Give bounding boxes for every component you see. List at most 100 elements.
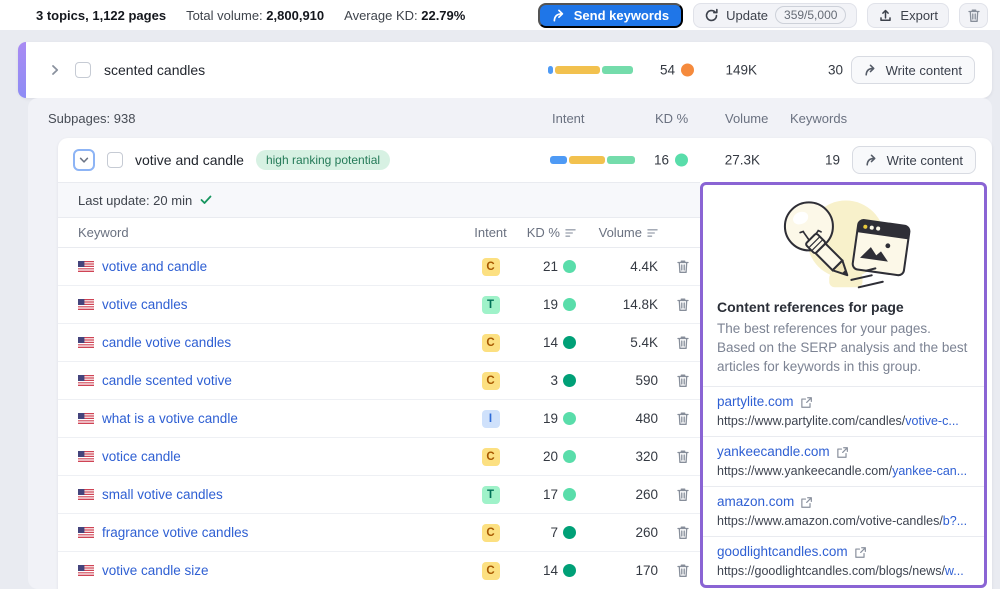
kd-value: 3 xyxy=(550,373,558,388)
topic-title: scented candles xyxy=(104,62,205,78)
ranking-potential-badge: high ranking potential xyxy=(256,150,390,170)
send-arrow-icon xyxy=(864,63,878,77)
collapse-subpage-toggle[interactable] xyxy=(73,149,95,171)
reference-domain-link[interactable]: partylite.com xyxy=(717,393,813,411)
summary-stats: 3 topics, 1,122 pages Total volume: 2,80… xyxy=(36,8,465,23)
topic-accent-bar xyxy=(18,42,26,98)
kd-dot xyxy=(563,336,576,349)
kd-value: 14 xyxy=(543,563,558,578)
volume-value: 5.4K xyxy=(576,335,658,350)
reference-domain-link[interactable]: amazon.com xyxy=(717,493,813,511)
delete-keyword-icon[interactable] xyxy=(676,487,690,502)
subpage-card: votive and candle high ranking potential… xyxy=(58,138,992,589)
send-keywords-button[interactable]: Send keywords xyxy=(538,3,683,28)
external-link-icon xyxy=(800,496,813,509)
subpage-kd-dot xyxy=(675,154,688,167)
subpages-count-label: Subpages: 938 xyxy=(48,98,135,138)
col-intent: Intent xyxy=(463,225,518,240)
topic-write-content-button[interactable]: Write content xyxy=(851,56,975,84)
keyword-row: candle votive candles C 14 5.4K xyxy=(58,324,700,362)
volume-value: 260 xyxy=(576,487,658,502)
panel-description: The best references for your pages. Base… xyxy=(717,319,970,376)
external-link-icon xyxy=(854,546,867,559)
reference-item: goodlightcandles.com https://goodlightca… xyxy=(703,536,984,586)
subpages-col-intent: Intent xyxy=(552,98,585,138)
delete-keyword-icon[interactable] xyxy=(676,525,690,540)
intent-badge: T xyxy=(482,296,500,314)
last-update-bar: Last update: 20 min xyxy=(58,182,700,218)
sort-icon[interactable] xyxy=(565,228,576,238)
subpage-kd-value: 16 xyxy=(654,153,669,168)
keyword-link[interactable]: what is a votive candle xyxy=(102,411,238,426)
keyword-row: votive candle size C 14 170 xyxy=(58,552,700,589)
keyword-link[interactable]: fragrance votive candles xyxy=(102,525,248,540)
volume-value: 170 xyxy=(576,563,658,578)
intent-badge: C xyxy=(482,258,500,276)
send-arrow-icon xyxy=(552,8,567,23)
expand-topic-icon[interactable] xyxy=(48,63,62,77)
reference-domain-link[interactable]: goodlightcandles.com xyxy=(717,543,867,561)
col-volume[interactable]: Volume xyxy=(576,225,658,240)
delete-keyword-icon[interactable] xyxy=(676,297,690,312)
keyword-link[interactable]: candle scented votive xyxy=(102,373,232,388)
external-link-icon xyxy=(800,396,813,409)
reference-domain-link[interactable]: yankeecandle.com xyxy=(717,443,849,461)
delete-keyword-icon[interactable] xyxy=(676,259,690,274)
col-kd[interactable]: KD % xyxy=(518,225,576,240)
intent-badge: T xyxy=(482,486,500,504)
delete-keyword-icon[interactable] xyxy=(676,563,690,578)
update-button[interactable]: Update 359/5,000 xyxy=(693,3,857,28)
trash-icon xyxy=(967,8,981,23)
keyword-link[interactable]: votive candle size xyxy=(102,563,209,578)
intent-badge: C xyxy=(482,562,500,580)
kd-value: 19 xyxy=(543,297,558,312)
keyword-link[interactable]: votive and candle xyxy=(102,259,207,274)
keyword-link[interactable]: votice candle xyxy=(102,449,181,464)
keyword-row: small votive candles T 17 260 xyxy=(58,476,700,514)
send-arrow-icon xyxy=(865,153,879,167)
keyword-link[interactable]: small votive candles xyxy=(102,487,223,502)
keyword-row: what is a votive candle I 19 480 xyxy=(58,400,700,438)
volume-value: 4.4K xyxy=(576,259,658,274)
topic-card: scented candles 54 149K 30 Write content xyxy=(18,42,992,98)
subpages-col-kd: KD % xyxy=(655,98,688,138)
topic-checkbox[interactable] xyxy=(75,62,91,78)
us-flag-icon xyxy=(78,375,94,386)
intent-badge: C xyxy=(482,448,500,466)
us-flag-icon xyxy=(78,527,94,538)
kd-dot xyxy=(563,374,576,387)
keyword-link[interactable]: votive candles xyxy=(102,297,188,312)
refresh-icon xyxy=(704,8,719,23)
subpage-write-content-button[interactable]: Write content xyxy=(852,146,976,174)
us-flag-icon xyxy=(78,261,94,272)
sort-icon[interactable] xyxy=(647,228,658,238)
update-quota-badge: 359/5,000 xyxy=(775,6,846,24)
kd-value: 17 xyxy=(543,487,558,502)
export-button[interactable]: Export xyxy=(867,3,949,28)
reference-url: https://www.partylite.com/candles/votive… xyxy=(717,413,970,430)
us-flag-icon xyxy=(78,413,94,424)
kd-value: 7 xyxy=(550,525,558,540)
us-flag-icon xyxy=(78,489,94,500)
delete-keyword-icon[interactable] xyxy=(676,335,690,350)
kd-dot xyxy=(563,488,576,501)
topic-kd-value: 54 xyxy=(660,63,675,78)
delete-keyword-icon[interactable] xyxy=(676,449,690,464)
delete-keyword-icon[interactable] xyxy=(676,373,690,388)
chevron-down-icon xyxy=(78,154,90,166)
external-link-icon xyxy=(836,446,849,459)
delete-button[interactable] xyxy=(959,3,988,28)
average-kd-stat: Average KD: 22.79% xyxy=(344,8,465,23)
kd-dot xyxy=(563,260,576,273)
subpage-checkbox[interactable] xyxy=(107,152,123,168)
subpage-volume: 27.3K xyxy=(698,153,760,168)
keyword-row: votive and candle C 21 4.4K xyxy=(58,248,700,286)
topic-kd-dot xyxy=(681,64,694,77)
kd-dot xyxy=(563,526,576,539)
keyword-row: votice candle C 20 320 xyxy=(58,438,700,476)
delete-keyword-icon[interactable] xyxy=(676,411,690,426)
volume-value: 260 xyxy=(576,525,658,540)
topic-volume: 149K xyxy=(695,63,757,78)
keyword-link[interactable]: candle votive candles xyxy=(102,335,231,350)
volume-value: 320 xyxy=(576,449,658,464)
